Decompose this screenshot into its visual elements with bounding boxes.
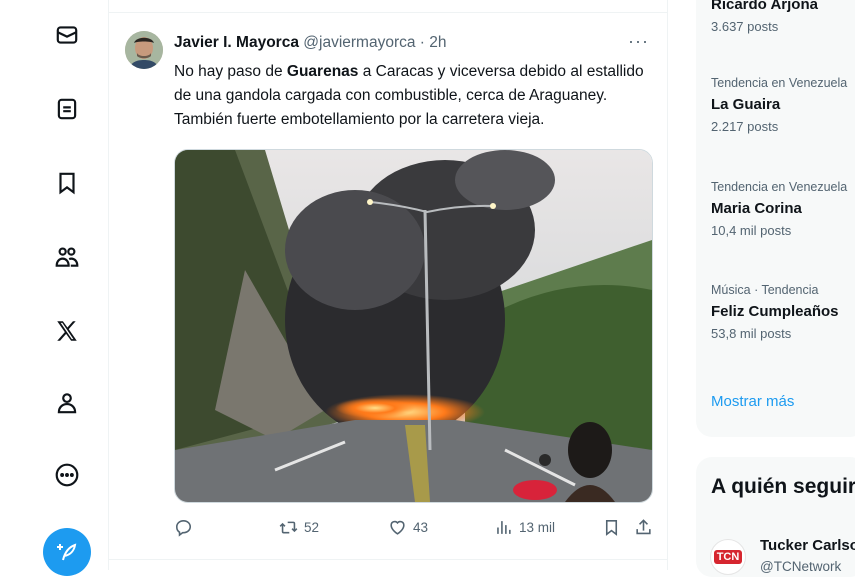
tweet-text-start: No hay paso de [174, 63, 287, 80]
trend-item[interactable]: Tendencia en Venezuela Maria Corina 10,4… [711, 180, 847, 238]
avatar[interactable] [125, 31, 163, 69]
who-to-follow-panel: A quién seguir TCN Tucker Carlson @TCNet… [696, 457, 855, 577]
nav-messages[interactable] [44, 12, 90, 58]
retweet-icon [279, 521, 298, 534]
trend-count: 3.637 posts [711, 19, 779, 34]
tweet-text-bold[interactable]: Guarenas [287, 63, 359, 80]
bookmark-icon [59, 172, 75, 195]
envelope-icon [56, 26, 78, 44]
tcn-logo-text: TCN [713, 550, 743, 564]
trend-item[interactable]: Ricardo Arjona 3.637 posts [711, 0, 818, 34]
tweet-header: Javier I. Mayorca @javiermayorca · 2h [174, 34, 447, 52]
tweet-actions: 52 43 13 mil [174, 518, 654, 548]
post-button[interactable] [43, 528, 91, 576]
retweet-button[interactable]: 52 [279, 518, 319, 537]
trend-item[interactable]: Música · Tendencia Feliz Cumpleaños 53,8… [711, 283, 839, 341]
nav-lists[interactable] [44, 86, 90, 132]
timeline: Javier I. Mayorca @javiermayorca · 2h ··… [109, 0, 668, 570]
tweet[interactable]: Javier I. Mayorca @javiermayorca · 2h ··… [109, 13, 667, 558]
who-to-follow-heading: A quién seguir [711, 475, 855, 498]
suggested-user-name[interactable]: Tucker Carlson [760, 537, 855, 554]
suggested-user-handle: @TCNetwork [760, 559, 842, 574]
like-button[interactable]: 43 [388, 518, 428, 537]
people-icon [55, 247, 79, 267]
x-logo-icon [57, 321, 77, 341]
nav-bookmarks[interactable] [44, 160, 90, 206]
trend-title: Ricardo Arjona [711, 0, 818, 13]
person-icon [57, 393, 77, 414]
trend-context: Tendencia en Venezuela [711, 180, 848, 194]
highway-fire-photo [175, 150, 652, 502]
author-photo [125, 31, 163, 69]
more-circle-icon [55, 463, 79, 487]
tweet-time[interactable]: 2h [429, 34, 446, 51]
trend-context: Música · Tendencia [711, 283, 819, 297]
divider [109, 559, 667, 560]
reply-button[interactable] [174, 518, 199, 537]
trend-count: 2.217 posts [711, 119, 779, 134]
nav-communities[interactable] [44, 234, 90, 280]
left-navigation [0, 0, 109, 576]
show-more-link[interactable]: Mostrar más [711, 393, 794, 410]
separator: · [419, 34, 425, 51]
heart-icon [390, 520, 405, 535]
bookmark-icon [605, 519, 618, 536]
tweet-media-photo[interactable] [174, 149, 653, 503]
nav-profile[interactable] [44, 380, 90, 426]
nav-more[interactable] [44, 452, 90, 498]
trend-count: 10,4 mil posts [711, 223, 792, 238]
trend-title: La Guaira [711, 96, 781, 113]
like-count: 43 [413, 520, 429, 535]
trend-item[interactable]: Tendencia en Venezuela La Guaira 2.217 p… [711, 76, 847, 134]
nav-premium[interactable] [44, 308, 90, 354]
share-icon [636, 519, 651, 535]
trend-title: Feliz Cumpleaños [711, 303, 839, 320]
author-name[interactable]: Javier I. Mayorca [174, 34, 299, 51]
tweet-text: No hay paso de Guarenas a Caracas y vice… [174, 60, 659, 132]
trend-title: Maria Corina [711, 200, 802, 217]
author-handle[interactable]: @javiermayorca [303, 34, 415, 51]
reply-icon [175, 519, 192, 537]
more-options-button[interactable]: ··· [628, 31, 649, 52]
retweet-count: 52 [304, 520, 320, 535]
trend-count: 53,8 mil posts [711, 326, 792, 341]
list-document-icon [57, 98, 77, 120]
bookmark-button[interactable] [602, 518, 621, 537]
feather-plus-icon [57, 543, 77, 561]
views-count: 13 mil [519, 520, 556, 535]
follow-suggestion[interactable]: TCN Tucker Carlson @TCNetwork [710, 533, 855, 575]
views-button[interactable]: 13 mil [494, 518, 555, 537]
views-bar-chart-icon [497, 521, 511, 534]
trends-panel: Ricardo Arjona 3.637 posts Tendencia en … [696, 0, 855, 437]
share-button[interactable] [634, 518, 653, 537]
trend-context: Tendencia en Venezuela [711, 76, 848, 90]
